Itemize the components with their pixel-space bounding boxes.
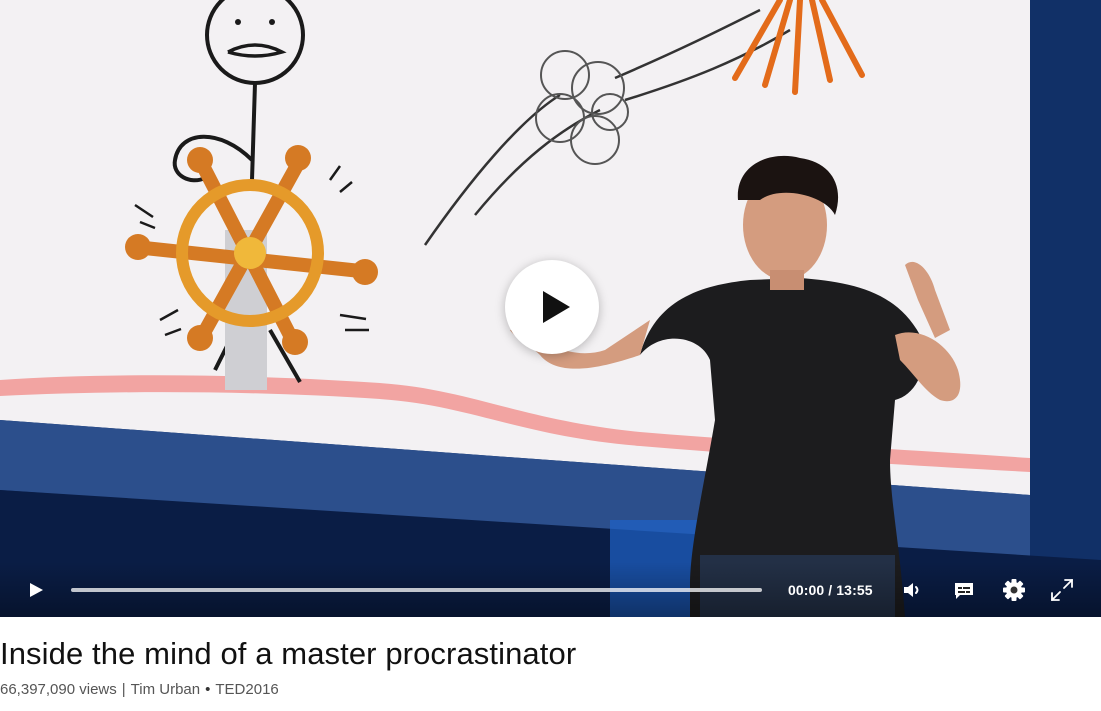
captions-button[interactable] <box>950 576 978 604</box>
captions-icon <box>955 583 973 599</box>
view-count: 66,397,090 views <box>0 681 117 698</box>
play-button[interactable] <box>22 576 50 604</box>
duration: 13:55 <box>836 582 873 598</box>
volume-icon <box>904 583 919 597</box>
control-bar: 00:00 / 13:55 <box>0 562 1101 617</box>
play-icon <box>30 583 43 597</box>
event-name: TED2016 <box>215 681 279 698</box>
current-time: 00:00 <box>788 582 825 598</box>
talk-meta: 66,397,090 views | Tim Urban • TED2016 <box>0 681 279 698</box>
fullscreen-icon <box>1051 579 1073 601</box>
gear-icon <box>1003 579 1025 601</box>
progress-bar[interactable] <box>71 588 762 592</box>
talk-title: Inside the mind of a master procrastinat… <box>0 636 577 671</box>
meta-separator: | <box>121 681 126 698</box>
time-separator: / <box>824 582 837 598</box>
fullscreen-button[interactable] <box>1048 576 1076 604</box>
volume-button[interactable] <box>898 576 926 604</box>
video-player[interactable]: 00:00 / 13:55 <box>0 0 1101 617</box>
time-display: 00:00 / 13:55 <box>788 582 873 598</box>
settings-button[interactable] <box>1000 576 1028 604</box>
meta-bullet: • <box>205 681 211 698</box>
speaker-name: Tim Urban <box>130 681 201 698</box>
big-play-button[interactable] <box>505 260 599 354</box>
